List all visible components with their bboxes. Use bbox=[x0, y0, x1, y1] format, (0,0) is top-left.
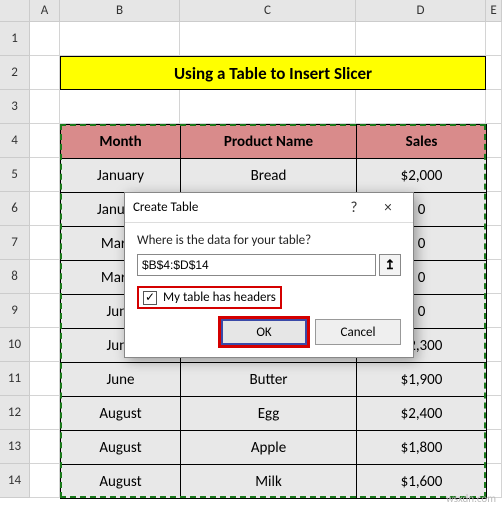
table-row: JanuaryBread$2,000 bbox=[61, 159, 487, 193]
row-header-5[interactable]: 5 bbox=[0, 158, 30, 192]
table-header-sales[interactable]: Sales bbox=[357, 125, 487, 159]
row-header-1[interactable]: 1 bbox=[0, 22, 30, 56]
row-headers: 1 2 3 4 5 6 7 8 9 10 11 12 13 14 bbox=[0, 22, 30, 498]
checkbox-icon[interactable]: ✓ bbox=[143, 291, 157, 305]
help-button[interactable]: ? bbox=[337, 194, 371, 222]
row-header-13[interactable]: 13 bbox=[0, 430, 30, 464]
table-row: AugustMilk$1,600 bbox=[61, 465, 487, 499]
cancel-button[interactable]: Cancel bbox=[315, 319, 401, 345]
dialog-title: Create Table bbox=[133, 200, 337, 215]
row-header-11[interactable]: 11 bbox=[0, 362, 30, 396]
row-header-12[interactable]: 12 bbox=[0, 396, 30, 430]
col-header-D[interactable]: D bbox=[356, 0, 486, 21]
headers-checkbox-row[interactable]: ✓ My table has headers bbox=[137, 286, 282, 309]
col-header-E[interactable]: E bbox=[486, 0, 502, 21]
row-header-10[interactable]: 10 bbox=[0, 328, 30, 362]
row-header-7[interactable]: 7 bbox=[0, 226, 30, 260]
row-header-9[interactable]: 9 bbox=[0, 294, 30, 328]
row-header-4[interactable]: 4 bbox=[0, 124, 30, 158]
table-row: AugustApple$1,800 bbox=[61, 431, 487, 465]
close-button[interactable]: × bbox=[371, 194, 405, 222]
dialog-prompt: Where is the data for your table? bbox=[137, 233, 401, 248]
range-input[interactable] bbox=[137, 254, 376, 276]
watermark: wsxdn.com bbox=[446, 492, 496, 505]
table-row: AugustEgg$2,400 bbox=[61, 397, 487, 431]
row-header-14[interactable]: 14 bbox=[0, 464, 30, 498]
row-header-3[interactable]: 3 bbox=[0, 90, 30, 124]
page-title[interactable]: Using a Table to Insert Slicer bbox=[60, 56, 486, 90]
select-all-corner[interactable] bbox=[0, 0, 30, 21]
ok-button[interactable]: OK bbox=[221, 319, 307, 345]
row-header-8[interactable]: 8 bbox=[0, 260, 30, 294]
table-header-product[interactable]: Product Name bbox=[181, 125, 357, 159]
checkbox-label: My table has headers bbox=[163, 290, 276, 305]
table-row: JuneButter$1,900 bbox=[61, 363, 487, 397]
col-header-C[interactable]: C bbox=[180, 0, 356, 21]
col-header-A[interactable]: A bbox=[30, 0, 60, 21]
row-header-6[interactable]: 6 bbox=[0, 192, 30, 226]
table-header-month[interactable]: Month bbox=[61, 125, 181, 159]
create-table-dialog: Create Table ? × Where is the data for y… bbox=[124, 192, 414, 358]
column-headers: A B C D E bbox=[0, 0, 502, 22]
row-header-2[interactable]: 2 bbox=[0, 56, 30, 90]
dialog-titlebar[interactable]: Create Table ? × bbox=[125, 193, 413, 223]
collapse-dialog-icon[interactable]: ↥ bbox=[379, 254, 401, 276]
col-header-B[interactable]: B bbox=[60, 0, 180, 21]
